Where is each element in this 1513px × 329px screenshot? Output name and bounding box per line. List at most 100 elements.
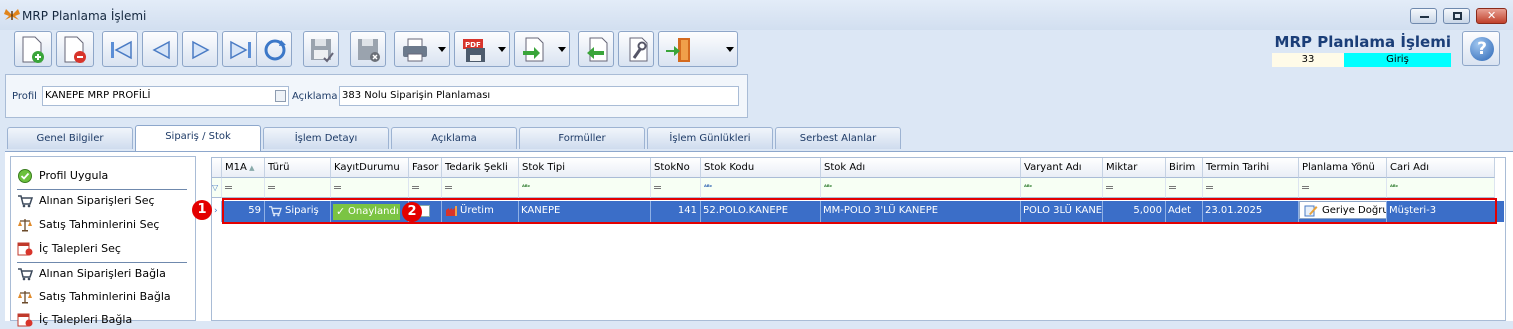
description-input[interactable]: 383 Nolu Siparişin Planlaması	[339, 86, 739, 106]
delete-button[interactable]	[56, 31, 94, 67]
equals-icon	[1106, 185, 1113, 189]
column-header-planlama[interactable]: Planlama Yönü	[1299, 158, 1387, 178]
filter-cell[interactable]	[265, 178, 331, 198]
filter-cell[interactable]: ᴬᴮᶜ	[519, 178, 651, 198]
column-header-tedarik[interactable]: Tedarik Şekli	[442, 158, 519, 178]
new-button[interactable]	[14, 31, 52, 67]
column-header-turu[interactable]: Türü	[265, 158, 331, 178]
column-header-cari[interactable]: Cari Adı	[1387, 158, 1495, 178]
butterfly-icon	[4, 9, 20, 20]
first-icon	[111, 40, 132, 60]
filter-cell[interactable]: ᴬᴮᶜ	[1021, 178, 1103, 198]
previous-record-button[interactable]	[142, 31, 178, 67]
refresh-icon	[264, 39, 286, 61]
column-header-stok-tipi[interactable]: Stok Tipi	[519, 158, 651, 178]
help-button[interactable]: ?	[1462, 31, 1500, 66]
help-icon: ?	[1470, 37, 1494, 61]
exit-door-icon	[666, 38, 690, 62]
document-number: 33	[1272, 53, 1344, 67]
print-dropdown-arrow[interactable]	[438, 47, 446, 52]
save-disabled-icon	[311, 39, 334, 63]
tab-bar: Genel Bilgiler Sipariş / Stok İşlem Deta…	[5, 125, 1513, 151]
filter-cell[interactable]	[331, 178, 409, 198]
filter-cell[interactable]	[1103, 178, 1166, 198]
action-label: Satış Tahminlerini Bağla	[39, 290, 171, 303]
maximize-icon	[1453, 12, 1462, 20]
settings-button[interactable]	[618, 31, 654, 67]
first-record-button[interactable]	[102, 31, 138, 67]
description-value: 383 Nolu Siparişin Planlaması	[342, 90, 491, 101]
text-filter-icon: ᴬᴮᶜ	[824, 184, 833, 191]
delete-document-icon	[64, 36, 86, 63]
tab-general[interactable]: Genel Bilgiler	[7, 127, 133, 149]
filter-cell[interactable]	[442, 178, 519, 198]
save-close-button[interactable]	[350, 31, 386, 67]
minimize-button[interactable]	[1410, 8, 1437, 24]
cart-icon	[18, 195, 33, 208]
column-header-fasor[interactable]: Fasor	[409, 158, 442, 178]
filter-cell[interactable]	[222, 178, 265, 198]
scale-icon	[18, 291, 32, 304]
svg-text:PDF: PDF	[465, 41, 481, 49]
column-header-kayit-durumu[interactable]: KayıtDurumu	[331, 158, 409, 178]
equals-icon	[412, 185, 419, 189]
divider	[17, 262, 187, 263]
toolbar: PDF	[10, 30, 740, 68]
row-indicator-icon: ›	[212, 201, 222, 222]
column-header-termin[interactable]: Termin Tarihi	[1203, 158, 1299, 178]
column-header-varyant[interactable]: Varyant Adı	[1021, 158, 1103, 178]
column-header-stok-kodu[interactable]: Stok Kodu	[701, 158, 821, 178]
close-button[interactable]: ✕	[1476, 8, 1507, 24]
filter-cell[interactable]	[409, 178, 442, 198]
lookup-icon[interactable]	[275, 90, 286, 102]
column-header-stok-no[interactable]: StokNo	[651, 158, 701, 178]
last-icon	[230, 40, 251, 60]
next-icon	[192, 40, 210, 60]
tab-formulas[interactable]: Formüller	[519, 127, 645, 149]
cart-icon	[18, 268, 33, 281]
sort-asc-icon: ▲	[246, 164, 255, 172]
transfer-button[interactable]	[514, 31, 570, 67]
column-header-miktar[interactable]: Miktar	[1103, 158, 1166, 178]
refresh-button[interactable]	[256, 31, 292, 67]
tab-process-detail[interactable]: İşlem Detayı	[263, 127, 389, 149]
tab-order-stock[interactable]: Sipariş / Stok	[135, 125, 261, 151]
equals-icon	[268, 185, 275, 189]
transfer-dropdown-arrow[interactable]	[558, 47, 566, 52]
column-header-birim[interactable]: Birim	[1166, 158, 1203, 178]
divider	[17, 189, 187, 190]
export-dropdown-arrow[interactable]	[498, 47, 506, 52]
import-button[interactable]	[578, 31, 614, 67]
profile-input[interactable]: KANEPE MRP PROFİLİ	[42, 86, 289, 106]
equals-icon	[225, 185, 232, 189]
column-label: M1A	[225, 162, 247, 173]
filter-cell[interactable]: ᴬᴮᶜ	[1387, 178, 1495, 198]
maximize-button[interactable]	[1443, 8, 1470, 24]
filter-icon[interactable]: ▽	[212, 178, 222, 198]
save-button[interactable]	[303, 31, 339, 67]
column-header-m1a[interactable]: M1A ▲	[222, 158, 265, 178]
import-document-icon	[587, 37, 608, 62]
filter-cell[interactable]	[651, 178, 701, 198]
exit-dropdown-arrow[interactable]	[726, 47, 734, 52]
filter-cell[interactable]	[1299, 178, 1387, 198]
filter-cell[interactable]: ᴬᴮᶜ	[821, 178, 1021, 198]
minimize-icon	[1420, 16, 1429, 18]
next-record-button[interactable]	[182, 31, 218, 67]
tab-free-fields[interactable]: Serbest Alanlar	[775, 127, 901, 149]
equals-icon	[445, 185, 452, 189]
filter-cell[interactable]	[1203, 178, 1299, 198]
filter-cell[interactable]	[1166, 178, 1203, 198]
filter-cell[interactable]: ᴬᴮᶜ	[701, 178, 821, 198]
step-marker-2: 2	[402, 202, 422, 222]
column-header-stok-adi[interactable]: Stok Adı	[821, 158, 1021, 178]
printer-icon	[403, 38, 427, 62]
exit-button[interactable]	[658, 31, 738, 67]
last-record-button[interactable]	[222, 31, 258, 67]
action-label: Profil Uygula	[39, 169, 109, 182]
export-pdf-button[interactable]: PDF	[454, 31, 510, 67]
tab-logs[interactable]: İşlem Günlükleri	[647, 127, 773, 149]
tab-description[interactable]: Açıklama	[391, 127, 517, 149]
text-filter-icon: ᴬᴮᶜ	[704, 184, 713, 191]
print-button[interactable]	[394, 31, 450, 67]
